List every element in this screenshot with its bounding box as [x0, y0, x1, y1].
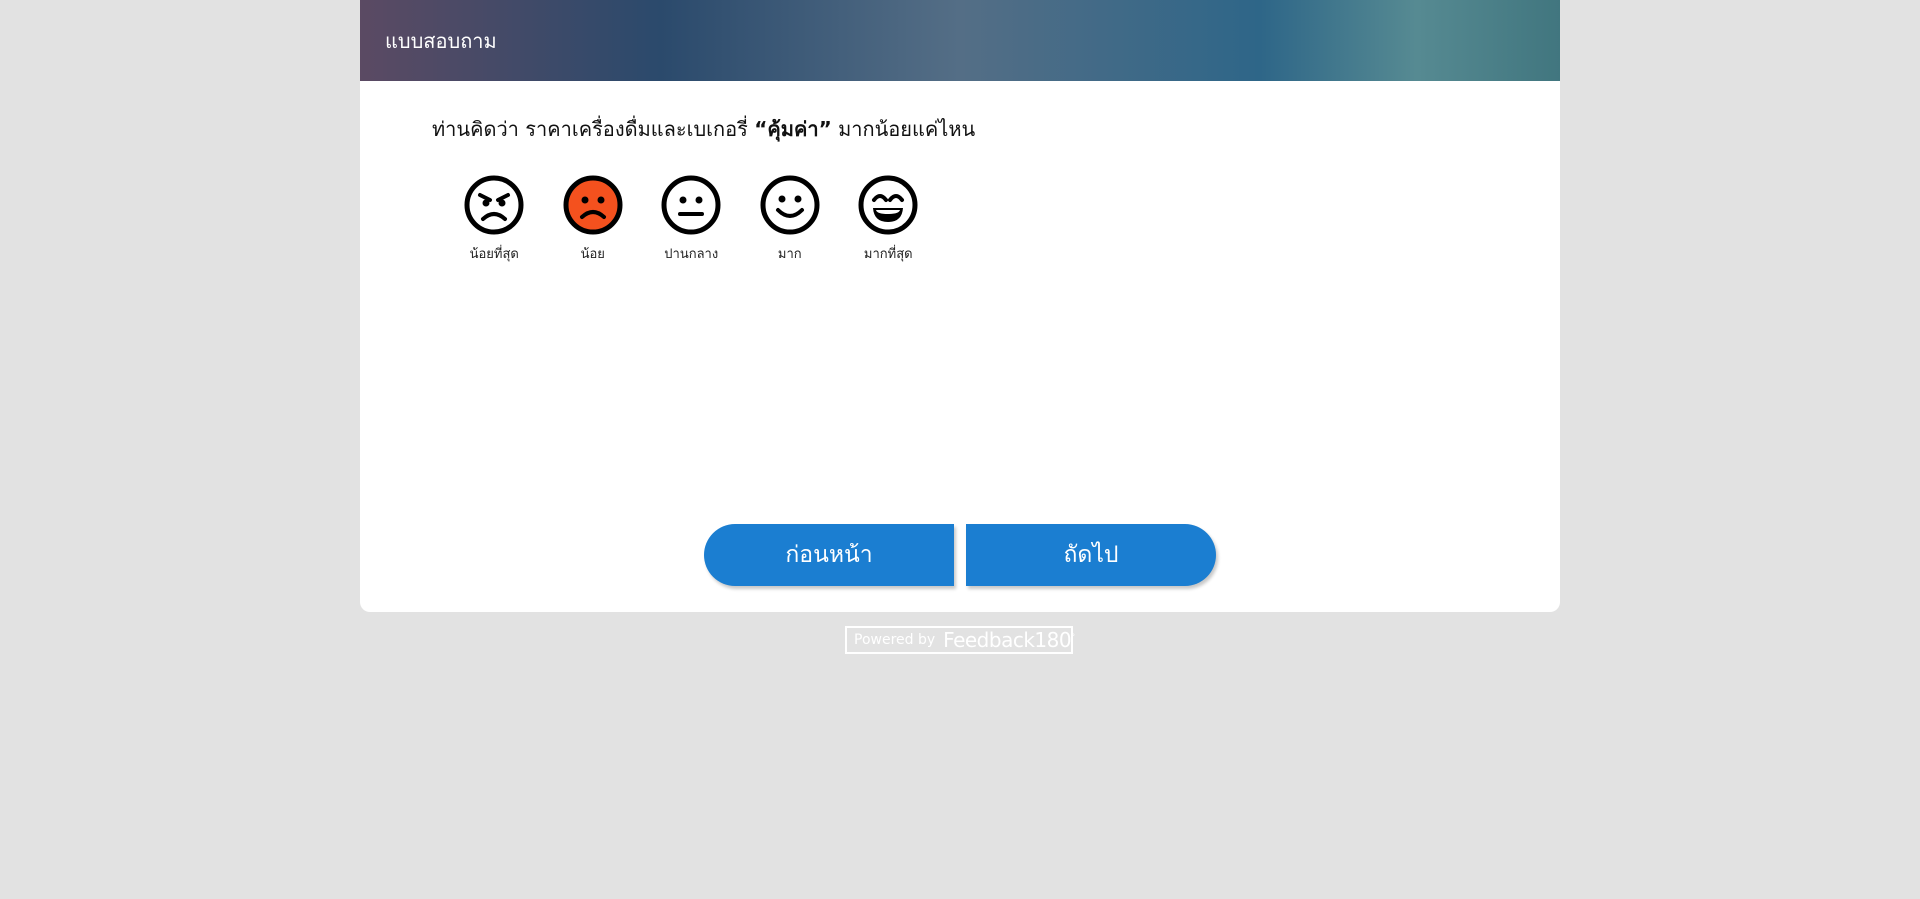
rating-label: มากที่สุด: [863, 247, 913, 262]
rating-option-4[interactable]: มาก: [741, 175, 840, 264]
rating-option-5[interactable]: มากที่สุด: [839, 175, 938, 264]
rating-label: น้อย: [580, 247, 605, 262]
angry-face-icon: [464, 175, 524, 235]
feedback180-logo: Feedback180°: [943, 628, 1075, 652]
smile-face-icon: [760, 175, 820, 235]
sad-face-icon: [563, 175, 623, 235]
question-prefix: ท่านคิดว่า ราคาเครื่องดื่มและเบเกอรี่: [432, 117, 755, 141]
brand-name: Feedback180: [943, 628, 1072, 652]
powered-by-text: Powered by: [854, 632, 936, 648]
rating-label: ปานกลาง: [664, 247, 719, 262]
rating-option-1[interactable]: น้อยที่สุด: [445, 175, 544, 264]
previous-button[interactable]: ก่อนหน้า: [704, 524, 954, 586]
rating-label: มาก: [777, 247, 802, 262]
survey-header: แบบสอบถาม: [360, 0, 1560, 81]
rating-scale: น้อยที่สุด น้อย ปานกลาง มาก มากที่สุด: [445, 175, 938, 264]
survey-title: แบบสอบถาม: [385, 28, 497, 53]
powered-by-badge[interactable]: Powered by Feedback180°: [845, 626, 1075, 654]
question-text: ท่านคิดว่า ราคาเครื่องดื่มและเบเกอรี่ “ค…: [432, 113, 975, 145]
grin-face-icon: [858, 175, 918, 235]
rating-option-3[interactable]: ปานกลาง: [642, 175, 741, 264]
next-button[interactable]: ถัดไป: [966, 524, 1216, 586]
survey-card: แบบสอบถาม ท่านคิดว่า ราคาเครื่องดื่มและเ…: [360, 0, 1560, 612]
brand-mark: °: [1071, 632, 1075, 642]
question-suffix: มากน้อยแค่ไหน: [831, 117, 976, 141]
neutral-face-icon: [661, 175, 721, 235]
rating-option-2[interactable]: น้อย: [544, 175, 643, 264]
rating-label: น้อยที่สุด: [469, 247, 519, 262]
question-emphasis: “คุ้มค่า”: [754, 117, 832, 141]
